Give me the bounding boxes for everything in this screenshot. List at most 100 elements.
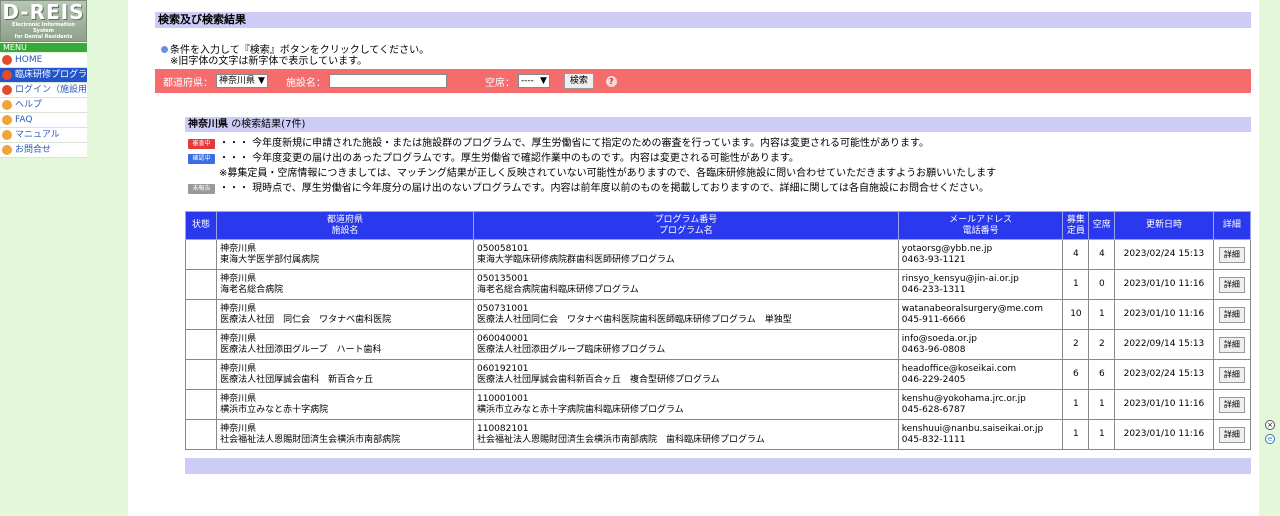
menu-item-contact[interactable]: お問合せ — [0, 143, 87, 158]
detail-button[interactable]: 詳細 — [1218, 306, 1245, 323]
close-icon[interactable]: × — [1265, 420, 1275, 430]
program-no: 050135001 — [477, 273, 529, 284]
vacancy-cell: 1 — [1088, 389, 1116, 420]
instruction-line-2: ※旧字体の文字は新字体で表示しています。 — [170, 56, 368, 67]
program-name: 社会福祉法人恩賜財団済生会横浜市南部病院 歯科臨床研修プログラム — [477, 434, 765, 445]
detail-cell: 詳細 — [1212, 299, 1252, 330]
program-name: 海老名総合病院歯科臨床研修プログラム — [477, 284, 639, 295]
menu-item-label: お問合せ — [15, 144, 52, 155]
col-capacity-label-1: 募集 — [1066, 214, 1085, 225]
col-program-name-label: プログラム名 — [659, 225, 713, 236]
email-text: rinsyo_kensyu@jin-ai.or.jp — [901, 273, 1019, 284]
search-button[interactable]: 検索 — [563, 73, 594, 89]
side-menu: HOME 臨床研修プログラム閲覧ログイン（施設用） ヘルプ FAQ マニュアルお問合せ — [0, 53, 87, 158]
legend-text: ・・・ 現時点で、厚生労働省に今年度分の届け出のないプログラムです。内容は前年度… — [219, 183, 989, 194]
col-capacity-label-2: 定員 — [1066, 225, 1085, 236]
footer-bar — [185, 458, 1251, 474]
menu-item-faq[interactable]: FAQ — [0, 113, 87, 128]
vacancy-cell: 0 — [1088, 269, 1116, 300]
col-phone-label: 電話番号 — [962, 225, 999, 236]
updated-cell: 2023/02/24 15:13 — [1114, 239, 1214, 270]
detail-button[interactable]: 詳細 — [1218, 426, 1245, 443]
logo-title: D-REIS — [2, 0, 85, 24]
phone-text: 0463-96-0808 — [901, 344, 966, 355]
vacancy-label: 空席： — [484, 77, 515, 89]
status-cell — [184, 269, 218, 300]
faq-icon — [2, 115, 12, 125]
site-logo[interactable]: D-REIS Electronic Information System for… — [0, 0, 87, 42]
pref-text: 神奈川県 — [220, 273, 257, 284]
detail-cell: 詳細 — [1212, 359, 1252, 390]
contact-cell: kenshu@yokohama.jrc.or.jp 045-628-6787 — [897, 389, 1064, 420]
menu-item-search[interactable]: 臨床研修プログラム閲覧 — [0, 68, 87, 83]
menu-item-label: FAQ — [15, 114, 33, 125]
vacancy-select[interactable]: ---- ▼ — [517, 74, 550, 88]
email-text: kenshuui@nanbu.saiseikai.or.jp — [901, 423, 1044, 434]
pref-label: 都道府県： — [163, 77, 213, 89]
detail-button[interactable]: 詳細 — [1218, 396, 1245, 413]
pref-text: 神奈川県 — [220, 363, 257, 374]
menu-item-help[interactable]: ヘルプ — [0, 98, 87, 113]
contact-cell: info@soeda.or.jp 0463-96-0808 — [897, 329, 1064, 360]
contact-cell: yotaorsg@ybb.ne.jp 0463-93-1121 — [897, 239, 1064, 270]
updated-cell: 2023/01/10 11:16 — [1114, 269, 1214, 300]
menu-item-home[interactable]: HOME — [0, 53, 87, 68]
capacity-cell: 4 — [1062, 239, 1090, 270]
phone-text: 046-229-2405 — [901, 374, 966, 385]
main-content: 検索及び検索結果 条件を入力して『検索』ボタンをクリックしてください。 ※旧字体… — [128, 0, 1259, 516]
pref-text: 神奈川県 — [220, 333, 257, 344]
pref-text: 神奈川県 — [220, 303, 257, 314]
col-pref-facility: 都道府県 施設名 — [216, 211, 474, 240]
detail-cell: 詳細 — [1212, 389, 1252, 420]
program-cell: 050135001 海老名総合病院歯科臨床研修プログラム — [473, 269, 899, 300]
program-name: 医療法人社団同仁会 ワタナベ歯科医院歯科医師臨床研修プログラム 単独型 — [477, 314, 792, 325]
help-icon[interactable]: ? — [605, 75, 617, 87]
instruction-line-1: 条件を入力して『検索』ボタンをクリックしてください。 — [170, 45, 430, 56]
pref-text: 神奈川県 — [220, 243, 257, 254]
detail-cell: 詳細 — [1212, 239, 1252, 270]
table-row: 神奈川県 海老名総合病院 050135001 海老名総合病院歯科臨床研修プログラム ri… — [184, 269, 1252, 300]
menu-item-login[interactable]: ログイン（施設用） — [0, 83, 87, 98]
scroll-icon[interactable]: e — [1265, 434, 1275, 444]
detail-button[interactable]: 詳細 — [1218, 336, 1245, 353]
col-detail: 詳細 — [1212, 211, 1252, 240]
table-row: 神奈川県 横浜市立みなと赤十字病院 110001001 横浜市立みなと赤十字病院歯科臨… — [184, 389, 1252, 420]
capacity-cell: 1 — [1062, 389, 1090, 420]
facility-cell: 神奈川県 社会福祉法人恩賜財団済生会横浜市南部病院 — [216, 419, 474, 450]
contact-cell: watanabeoralsurgery@me.com 045-911-6666 — [897, 299, 1064, 330]
contact-icon — [2, 145, 12, 155]
status-badge: 未報告 — [188, 183, 215, 194]
col-updated: 更新日時 — [1114, 211, 1214, 240]
status-cell — [184, 389, 218, 420]
col-vacancy: 空席 — [1088, 211, 1116, 240]
col-capacity: 募集 定員 — [1062, 211, 1090, 240]
detail-cell: 詳細 — [1212, 329, 1252, 360]
detail-button[interactable]: 詳細 — [1218, 366, 1245, 383]
program-name: 東海大学臨床研修病院群歯科医師研修プログラム — [477, 254, 675, 265]
status-legend: 審査中 ・・・ 今年度新規に申請された施設・または施設群のプログラムで、厚生労働省… — [188, 136, 1251, 196]
detail-button[interactable]: 詳細 — [1218, 276, 1245, 293]
pref-text: 神奈川県 — [220, 393, 257, 404]
program-cell: 110001001 横浜市立みなと赤十字病院歯科臨床研修プログラム — [473, 389, 899, 420]
menu-item-manual[interactable]: マニュアル — [0, 128, 87, 143]
vacancy-cell: 2 — [1088, 329, 1116, 360]
pref-select-value: 神奈川県 — [219, 76, 256, 86]
pref-select[interactable]: 神奈川県 ▼ — [216, 74, 268, 88]
table-row: 神奈川県 医療法人社団添田グループ ハート歯科 060040001 医療法人社団添田グ… — [184, 329, 1252, 360]
facility-cell: 神奈川県 東海大学医学部付属病院 — [216, 239, 474, 270]
facility-name: 海老名総合病院 — [220, 284, 284, 295]
vacancy-cell: 6 — [1088, 359, 1116, 390]
legend-text: ・・・ 今年度新規に申請された施設・または施設群のプログラムで、厚生労働省にて指… — [219, 138, 929, 149]
facility-input[interactable] — [328, 74, 447, 88]
vacancy-cell: 1 — [1088, 419, 1116, 450]
vacancy-cell: 4 — [1088, 239, 1116, 270]
table-row: 神奈川県 医療法人社団 同仁会 ワタナベ歯科医院 050731001 医療法人社団同仁… — [184, 299, 1252, 330]
updated-cell: 2023/01/10 11:16 — [1114, 389, 1214, 420]
instructions: 条件を入力して『検索』ボタンをクリックしてください。 ※旧字体の文字は新字体で表… — [161, 45, 429, 67]
program-no: 060192101 — [477, 363, 529, 374]
col-email-label: メールアドレス — [949, 214, 1013, 225]
program-cell: 050731001 医療法人社団同仁会 ワタナベ歯科医院歯科医師臨床研修プログラム… — [473, 299, 899, 330]
logo-subtitle-3: for Dental Residents — [14, 34, 73, 40]
detail-button[interactable]: 詳細 — [1218, 246, 1245, 263]
capacity-cell: 10 — [1062, 299, 1090, 330]
